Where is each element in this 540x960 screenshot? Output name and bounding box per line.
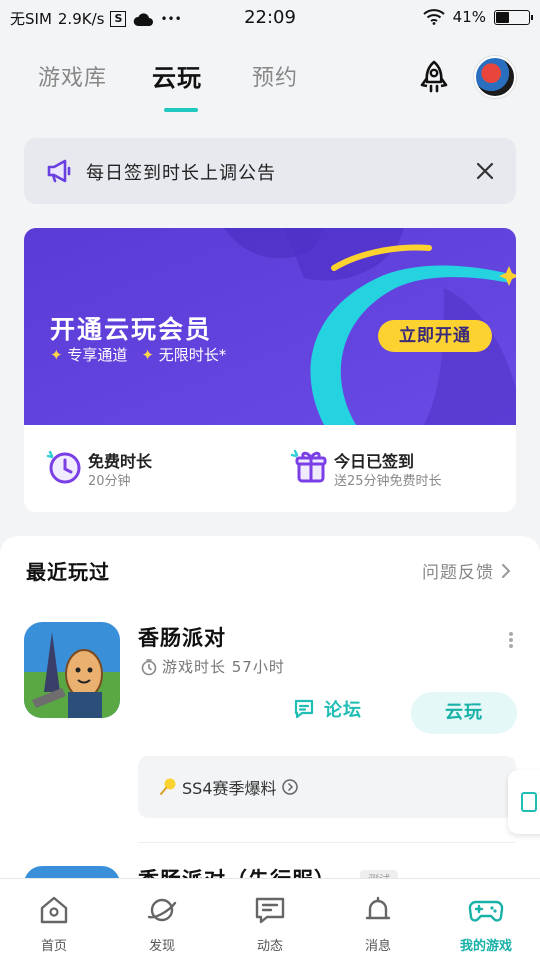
status-right: 41% — [422, 8, 533, 26]
document-icon — [521, 792, 537, 812]
nav-label: 动态 — [256, 939, 283, 954]
megaphone-icon — [44, 156, 74, 186]
checkin-reward: 送25分钟免费时长 — [334, 474, 442, 489]
gift-icon — [290, 446, 330, 486]
feedback-label: 问题反馈 — [422, 563, 494, 583]
chevron-right-icon — [502, 563, 511, 578]
circle-arrow-right-icon — [281, 779, 298, 795]
close-icon[interactable] — [472, 158, 498, 184]
list-divider — [138, 842, 516, 843]
nav-label: 首页 — [40, 939, 67, 954]
perk-item: ✦ 专享通道 — [50, 346, 128, 364]
nav-discover[interactable]: 发现 — [108, 879, 216, 960]
play-time: 游戏时长 57小时 — [140, 656, 285, 677]
user-avatar[interactable] — [474, 56, 516, 98]
free-time-info[interactable]: 免费时长 20分钟 — [44, 438, 264, 498]
battery-level — [496, 11, 509, 23]
nav-messages[interactable]: 消息 — [324, 879, 432, 960]
home-icon — [40, 896, 68, 924]
planet-icon — [147, 898, 177, 922]
vip-banner[interactable]: 开通云玩会员 ✦ 专享通道 ✦ 无限时长* 立即开通 — [24, 228, 516, 425]
forum-label: 论坛 — [324, 700, 362, 721]
more-options-icon[interactable] — [506, 630, 516, 652]
nav-my-games[interactable]: 我的游戏 — [432, 879, 540, 960]
battery-percent: 41% — [452, 8, 486, 26]
nav-feed[interactable]: 动态 — [216, 879, 324, 960]
clock-icon — [44, 446, 84, 486]
checkin-title: 今日已签到 — [334, 452, 415, 471]
lollipop-icon — [160, 778, 176, 795]
free-time-title: 免费时长 — [88, 452, 153, 471]
gamepad-icon — [468, 900, 504, 922]
tab-cloud-play[interactable]: 云玩 — [152, 58, 202, 93]
section-title: 最近玩过 — [26, 560, 110, 584]
forum-chat-icon — [294, 699, 314, 719]
game-news-card[interactable]: SS4赛季爆料 — [138, 756, 516, 818]
forum-button[interactable]: 论坛 — [292, 696, 362, 722]
battery-icon — [494, 9, 533, 25]
vip-perks: ✦ 专享通道 ✦ 无限时长* — [50, 344, 226, 365]
news-title: SS4赛季爆料 — [182, 779, 277, 798]
play-time-text: 游戏时长 57小时 — [162, 658, 285, 676]
game-title[interactable]: 香肠派对 — [138, 622, 226, 652]
sparkle-icon: ✦ — [50, 346, 63, 364]
status-bar: 无SIM 2.9K/s S ••• 22:09 41% — [0, 0, 540, 36]
vip-title: 开通云玩会员 — [50, 315, 213, 344]
tab-game-library[interactable]: 游戏库 — [38, 60, 107, 92]
perk-item: ✦ 无限时长* — [141, 346, 227, 364]
news-content: SS4赛季爆料 — [158, 775, 299, 799]
nav-label: 消息 — [364, 939, 391, 954]
free-time-value: 20分钟 — [88, 474, 131, 489]
floating-side-button[interactable] — [508, 770, 540, 834]
tab-reservation[interactable]: 预约 — [252, 60, 298, 92]
game-icon-sausage-party[interactable] — [24, 622, 120, 718]
sparkle-icon: ✦ — [141, 346, 154, 364]
chat-icon — [255, 897, 285, 924]
active-tab-indicator — [164, 108, 198, 112]
bottom-navigation: 首页 发现 动态 消息 我的游戏 — [0, 878, 540, 960]
nav-label: 我的游戏 — [459, 939, 512, 954]
cloud-play-button[interactable]: 云玩 — [411, 692, 517, 734]
timer-icon — [141, 658, 157, 675]
vip-membership-card: 开通云玩会员 ✦ 专享通道 ✦ 无限时长* 立即开通 免费时长 20分钟 今日已… — [24, 228, 516, 512]
rocket-icon[interactable] — [414, 58, 454, 98]
checkin-info[interactable]: 今日已签到 送25分钟免费时长 — [290, 438, 510, 498]
nav-label: 发现 — [148, 939, 175, 954]
bell-icon — [365, 896, 391, 920]
activate-vip-button[interactable]: 立即开通 — [378, 320, 492, 352]
announcement-bar[interactable]: 每日签到时长上调公告 — [24, 138, 516, 204]
wifi-icon — [422, 9, 445, 25]
nav-home[interactable]: 首页 — [0, 879, 108, 960]
top-tab-bar: 游戏库 云玩 预约 — [0, 50, 540, 122]
announcement-text: 每日签到时长上调公告 — [86, 163, 276, 184]
feedback-link[interactable]: 问题反馈 — [422, 558, 512, 583]
